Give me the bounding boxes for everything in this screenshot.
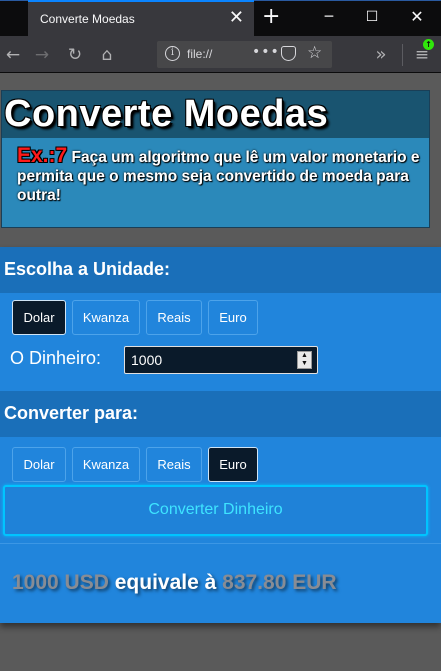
forward-arrow-icon[interactable]: → xyxy=(31,44,53,66)
description-text: Faça um algoritmo que lê um valor moneta… xyxy=(17,149,420,204)
source-kwanza-button[interactable]: Kwanza xyxy=(72,300,140,335)
converter-panel: Escolha a Unidade: Dolar Kwanza Reais Eu… xyxy=(0,247,441,623)
target-dolar-button[interactable]: Dolar xyxy=(12,447,66,482)
title-bar: Converte Moedas ✕ + ─ ☐ ✕ xyxy=(0,0,441,36)
browser-tab[interactable]: Converte Moedas ✕ xyxy=(28,0,254,36)
result-converted: 837.80 EUR xyxy=(222,571,337,594)
info-icon[interactable]: i xyxy=(165,46,180,61)
header-title-band: Converte Moedas xyxy=(2,91,429,138)
minimize-icon[interactable]: ─ xyxy=(318,6,340,28)
navigation-bar: ← → ↻ ⌂ i file:// ••• ☆ » ≡ ↑ xyxy=(0,36,441,73)
update-badge-icon: ↑ xyxy=(423,39,434,50)
target-reais-button[interactable]: Reais xyxy=(146,447,202,482)
target-euro-button[interactable]: Euro xyxy=(208,447,258,482)
header-description-band: Ex.:7 Faça um algoritmo que lê um valor … xyxy=(2,138,429,227)
result-connector: equivale à xyxy=(114,571,217,594)
exercise-header: Converte Moedas Ex.:7 Faça um algoritmo … xyxy=(1,90,430,228)
unit-section-heading: Escolha a Unidade: xyxy=(0,247,441,293)
target-kwanza-button[interactable]: Kwanza xyxy=(72,447,140,482)
window-close-icon[interactable]: ✕ xyxy=(406,6,428,28)
spin-up-icon[interactable]: ▲ xyxy=(298,352,311,360)
money-input-value: 1000 xyxy=(131,352,163,368)
source-dolar-button[interactable]: Dolar xyxy=(12,300,66,335)
close-icon[interactable]: ✕ xyxy=(229,8,244,28)
unit-heading-text: Escolha a Unidade: xyxy=(4,259,171,279)
url-text: file:// xyxy=(187,47,213,61)
exercise-tag: Ex.:7 xyxy=(17,144,68,167)
page-content: Converte Moedas Ex.:7 Faça um algoritmo … xyxy=(0,74,441,671)
target-section-heading: Converter para: xyxy=(0,391,441,437)
money-input[interactable]: 1000 ▲ ▼ xyxy=(124,346,318,374)
exercise-description: Ex.:7 Faça um algoritmo que lê um valor … xyxy=(17,144,422,205)
reload-icon[interactable]: ↻ xyxy=(64,44,86,66)
plus-icon[interactable]: + xyxy=(262,5,280,29)
bookmark-star-icon[interactable]: ☆ xyxy=(307,43,322,63)
result-amount: 1000 USD xyxy=(12,571,109,594)
overflow-chevrons-icon[interactable]: » xyxy=(370,44,392,66)
maximize-icon[interactable]: ☐ xyxy=(361,6,383,28)
page-actions-icon[interactable]: ••• xyxy=(252,44,280,60)
number-spinner[interactable]: ▲ ▼ xyxy=(297,351,312,369)
page-title: Converte Moedas xyxy=(4,93,329,135)
tab-title: Converte Moedas xyxy=(40,12,135,26)
money-label: O Dinheiro: xyxy=(10,348,102,368)
home-icon[interactable]: ⌂ xyxy=(96,44,118,66)
source-euro-button[interactable]: Euro xyxy=(208,300,258,335)
spin-down-icon[interactable]: ▼ xyxy=(298,360,311,368)
back-arrow-icon[interactable]: ← xyxy=(2,44,24,66)
target-heading-text: Converter para: xyxy=(4,403,139,423)
toolbar-separator xyxy=(402,44,403,66)
conversion-result: 1000 USD equivale à 837.80 EUR xyxy=(12,571,337,595)
convert-button[interactable]: Converter Dinheiro xyxy=(3,485,428,536)
result-area: 1000 USD equivale à 837.80 EUR xyxy=(0,543,441,623)
url-bar[interactable]: i file:// ••• ☆ xyxy=(157,41,332,68)
pocket-icon[interactable] xyxy=(281,46,296,61)
source-reais-button[interactable]: Reais xyxy=(146,300,202,335)
